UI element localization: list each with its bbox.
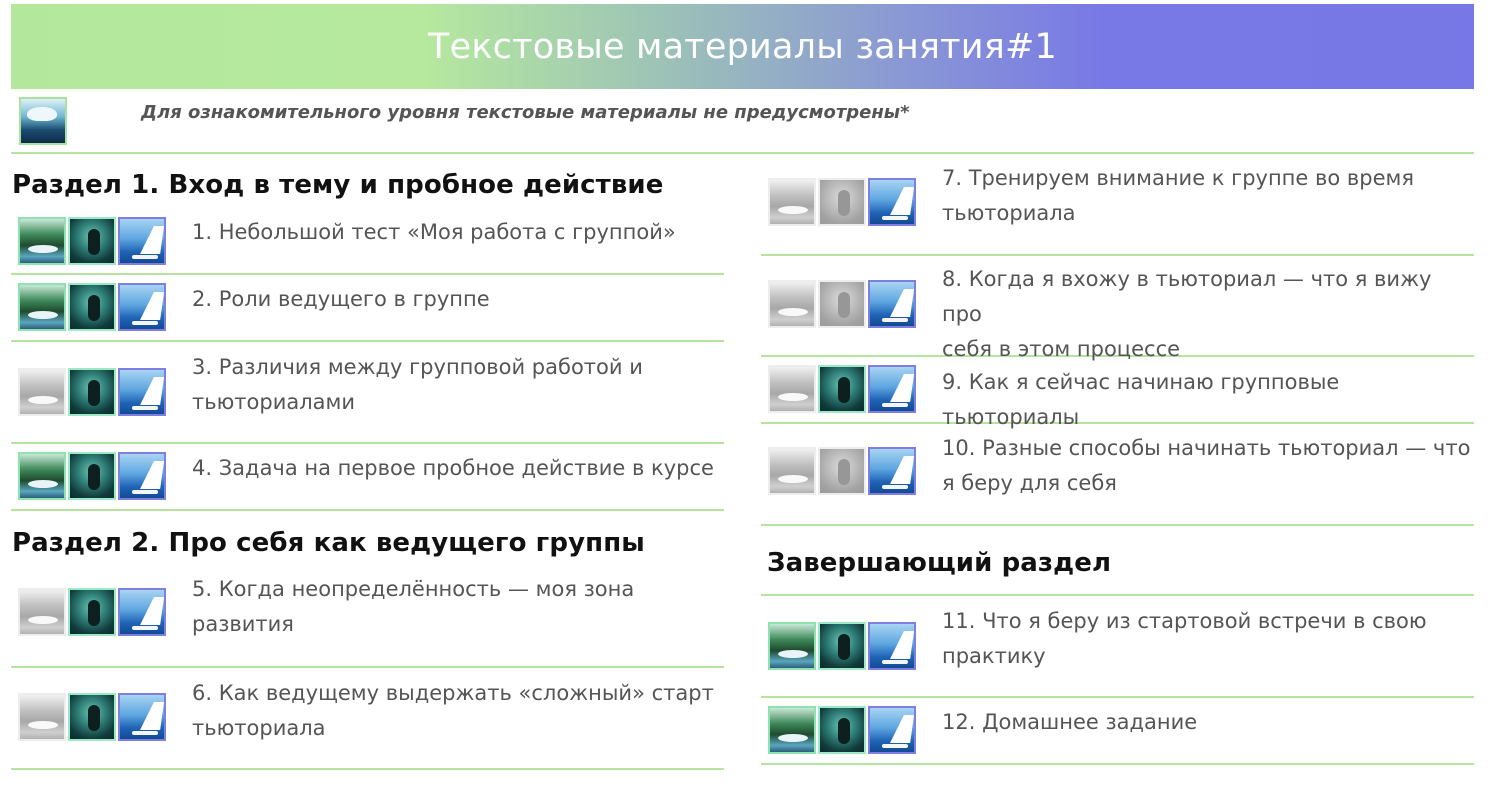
- forest-image-icon: [768, 365, 816, 413]
- forest-image-icon: [768, 706, 816, 754]
- lesson-item-label[interactable]: 4. Задача на первое пробное действие в к…: [192, 451, 714, 486]
- progress-thumbs: [768, 622, 916, 670]
- forest-image-icon: [18, 283, 66, 331]
- lesson-item-2[interactable]: 2. Роли ведущего в группе: [11, 275, 724, 342]
- lesson-item-9[interactable]: 9. Как я сейчас начинаю групповые тьютор…: [761, 357, 1474, 429]
- diver-image-icon: [818, 706, 866, 754]
- lesson-item-label[interactable]: 5. Когда неопределённость — моя зона раз…: [192, 572, 634, 642]
- sailboat-image-icon: [868, 622, 916, 670]
- lesson-item-1[interactable]: 1. Небольшой тест «Моя работа с группой»: [11, 210, 724, 275]
- lesson-item-5[interactable]: 5. Когда неопределённость — моя зона раз…: [11, 568, 724, 668]
- diver-image-icon: [818, 365, 866, 413]
- level-note-text: Для ознакомительного уровня текстовые ма…: [141, 102, 910, 123]
- level-note-row: Для ознакомительного уровня текстовые ма…: [11, 94, 1474, 154]
- forest-image-icon: [18, 693, 66, 741]
- progress-thumbs: [768, 447, 916, 495]
- diver-image-icon: [818, 280, 866, 328]
- progress-thumbs: [768, 365, 916, 413]
- forest-image-icon: [768, 447, 816, 495]
- section-2-title: Раздел 2. Про себя как ведущего группы: [12, 528, 645, 558]
- lesson-item-label[interactable]: 1. Небольшой тест «Моя работа с группой»: [192, 215, 676, 250]
- diver-image-icon: [68, 693, 116, 741]
- label-line-1: 7. Тренируем внимание к группе во время: [942, 166, 1415, 190]
- label-line-2: развития: [192, 612, 294, 636]
- lesson-item-label[interactable]: 6. Как ведущему выдержать «сложный» стар…: [192, 676, 714, 746]
- diver-image-icon: [68, 217, 116, 265]
- label-line-2: тьюториалами: [192, 390, 355, 414]
- diver-image-icon: [68, 588, 116, 636]
- progress-thumbs: [18, 283, 166, 331]
- sailboat-image-icon: [118, 452, 166, 500]
- sailboat-image-icon: [868, 447, 916, 495]
- diver-image-icon: [818, 622, 866, 670]
- label-line-1: 3. Различия между групповой работой и: [192, 355, 643, 379]
- sailboat-image-icon: [118, 693, 166, 741]
- diver-image-icon: [818, 178, 866, 226]
- lesson-item-11[interactable]: 11. Что я беру из стартовой встречи в св…: [761, 596, 1474, 698]
- label-line-2: я беру для себя: [942, 471, 1117, 495]
- section-3-title: Завершающий раздел: [767, 548, 1112, 578]
- lesson-item-6[interactable]: 6. Как ведущему выдержать «сложный» стар…: [11, 668, 724, 770]
- sailboat-image-icon: [118, 368, 166, 416]
- label-line-2: практику: [942, 644, 1046, 668]
- lesson-item-label[interactable]: 3. Различия между групповой работой и ть…: [192, 350, 643, 420]
- lesson-item-label[interactable]: 7. Тренируем внимание к группе во время …: [942, 161, 1414, 231]
- lesson-item-12[interactable]: 12. Домашнее задание: [761, 698, 1474, 765]
- sailboat-image-icon: [118, 283, 166, 331]
- forest-image-icon: [18, 452, 66, 500]
- lesson-item-label[interactable]: 8. Когда я вхожу в тьюториал — что я виж…: [942, 262, 1474, 367]
- sailboat-image-icon: [868, 178, 916, 226]
- sailboat-image-icon: [868, 706, 916, 754]
- lesson-item-10[interactable]: 10. Разные способы начинать тьюториал — …: [761, 424, 1474, 526]
- lesson-item-3[interactable]: 3. Различия между групповой работой и ть…: [11, 342, 724, 444]
- diver-image-icon: [68, 283, 116, 331]
- water-hand-icon: [19, 97, 67, 145]
- progress-thumbs: [768, 280, 916, 328]
- label-line-1: 11. Что я беру из стартовой встречи в св…: [942, 609, 1427, 633]
- label-line-2: тьюториала: [192, 716, 326, 740]
- label-line-1: 10. Разные способы начинать тьюториал — …: [942, 436, 1471, 460]
- forest-image-icon: [768, 622, 816, 670]
- label-line-1: 5. Когда неопределённость — моя зона: [192, 577, 635, 601]
- lesson-item-label[interactable]: 11. Что я беру из стартовой встречи в св…: [942, 604, 1427, 674]
- sailboat-image-icon: [868, 280, 916, 328]
- forest-image-icon: [768, 280, 816, 328]
- forest-image-icon: [768, 178, 816, 226]
- progress-thumbs: [18, 217, 166, 265]
- section-3-header: Завершающий раздел: [761, 526, 1474, 596]
- lesson-item-label[interactable]: 10. Разные способы начинать тьюториал — …: [942, 431, 1470, 501]
- label-line-2: тьюториала: [942, 201, 1076, 225]
- page-title: Текстовые материалы занятия#1: [428, 26, 1057, 67]
- diver-image-icon: [68, 368, 116, 416]
- lesson-item-4[interactable]: 4. Задача на первое пробное действие в к…: [11, 444, 724, 511]
- lesson-item-label[interactable]: 2. Роли ведущего в группе: [192, 282, 490, 317]
- page-banner: Текстовые материалы занятия#1: [11, 4, 1474, 89]
- section-1-title: Раздел 1. Вход в тему и пробное действие: [12, 170, 664, 200]
- lesson-item-8[interactable]: 8. Когда я вхожу в тьюториал — что я виж…: [761, 256, 1474, 361]
- diver-image-icon: [818, 447, 866, 495]
- sailboat-image-icon: [118, 217, 166, 265]
- sailboat-image-icon: [868, 365, 916, 413]
- forest-image-icon: [18, 217, 66, 265]
- progress-thumbs: [18, 588, 166, 636]
- sailboat-image-icon: [118, 588, 166, 636]
- lesson-item-7[interactable]: 7. Тренируем внимание к группе во время …: [761, 156, 1474, 256]
- forest-image-icon: [18, 368, 66, 416]
- label-line-1: 6. Как ведущему выдержать «сложный» стар…: [192, 681, 714, 705]
- progress-thumbs: [18, 452, 166, 500]
- progress-thumbs: [768, 706, 916, 754]
- label-line-1: 8. Когда я вхожу в тьюториал — что я виж…: [942, 267, 1432, 326]
- progress-thumbs: [18, 693, 166, 741]
- progress-thumbs: [18, 368, 166, 416]
- diver-image-icon: [68, 452, 116, 500]
- lesson-item-label[interactable]: 12. Домашнее задание: [942, 705, 1197, 740]
- progress-thumbs: [768, 178, 916, 226]
- forest-image-icon: [18, 588, 66, 636]
